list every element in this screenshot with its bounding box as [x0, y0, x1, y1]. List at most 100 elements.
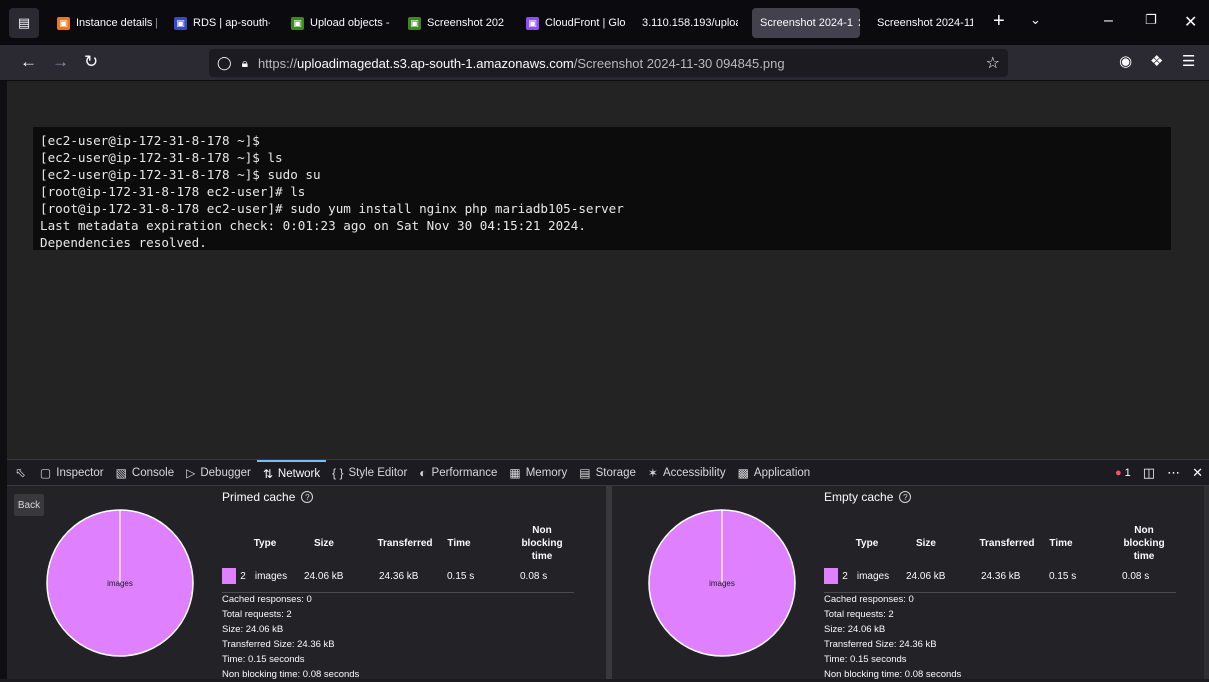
- tab-label: Performance: [431, 466, 498, 479]
- inspector-icon: ▢: [39, 465, 52, 480]
- tab-application[interactable]: ▩ Application: [732, 460, 817, 486]
- debugger-icon: ▷: [186, 465, 196, 480]
- help-icon[interactable]: ?: [899, 491, 912, 503]
- tab-label: Screenshot 2024: [427, 17, 504, 29]
- terminal-screenshot: [ec2-user@ip-172-31-8-178 ~]$ [ec2-user@i…: [33, 127, 1171, 250]
- tab-storage[interactable]: ▤ Storage: [573, 460, 642, 486]
- row-time: 0.15 s: [1049, 570, 1077, 582]
- help-icon[interactable]: ?: [301, 491, 314, 503]
- tab-label: Screenshot 2024-11-: [877, 17, 973, 29]
- type-color-swatch: [824, 568, 838, 584]
- tab-label: Application: [753, 466, 811, 479]
- restore-icon[interactable]: ❐: [1145, 12, 1157, 28]
- tab-instance-details[interactable]: ▣ Instance details |: [57, 8, 157, 38]
- tab-screenshot-s3[interactable]: ▣ Screenshot 2024: [408, 8, 504, 38]
- tab-label: Debugger: [200, 466, 251, 479]
- primed-cache-summary: Cached responses: 0 Total requests: 2 Si…: [222, 592, 359, 682]
- more-options-icon[interactable]: ⋯: [1167, 465, 1180, 481]
- tab-label: Instance details |: [76, 17, 157, 29]
- tab-label: Memory: [525, 466, 568, 479]
- tab-console[interactable]: ▧ Console: [110, 460, 181, 486]
- url-bar[interactable]: ◯ 🔒︎ https:// uploadimagedat.s3.ap-south…: [209, 49, 1008, 77]
- summary-nonblocking-time: Non blocking time: 0.08 seconds: [222, 669, 360, 680]
- back-arrow-icon[interactable]: ←: [20, 52, 37, 72]
- extensions-icon[interactable]: ❖: [1150, 52, 1163, 70]
- summary-cached-responses: Cached responses: 0: [824, 594, 914, 605]
- col-type: Type: [253, 537, 277, 549]
- vertical-scrollbar[interactable]: [1204, 486, 1209, 679]
- col-transferred: Transferred: [377, 537, 433, 549]
- account-icon[interactable]: ◉: [1119, 52, 1132, 70]
- summary-nonblocking-time: Non blocking time: 0.08 seconds: [824, 669, 962, 680]
- tab-rds[interactable]: ▣ RDS | ap-south-1: [174, 8, 270, 38]
- empty-cache-summary: Cached responses: 0 Total requests: 2 Si…: [824, 592, 961, 682]
- tab-label: Style Editor: [348, 466, 408, 479]
- terminal-line: [ec2-user@ip-172-31-8-178 ~]$: [40, 133, 260, 148]
- navigation-bar: ← → ↻ ◯ 🔒︎ https:// uploadimagedat.s3.ap…: [0, 45, 1209, 81]
- devtools-controls: ● 1 ◫ ⋯ ✕: [1115, 460, 1209, 486]
- forward-arrow-icon[interactable]: →: [52, 52, 69, 72]
- tab-overview-icon[interactable]: ▤: [9, 8, 39, 38]
- col-transferred: Transferred: [979, 537, 1035, 549]
- bookmark-star-icon[interactable]: ☆: [986, 53, 1000, 73]
- terminal-line: [root@ip-172-31-8-178 ec2-user]# sudo yu…: [40, 201, 624, 216]
- summary-transferred-size: Transferred Size: 24.36 kB: [222, 639, 335, 650]
- error-count: 1: [1124, 467, 1131, 479]
- terminal-line: [ec2-user@ip-172-31-8-178 ~]$ sudo su: [40, 167, 321, 182]
- url-scheme: https://: [257, 55, 297, 71]
- error-icon: ●: [1115, 467, 1122, 479]
- close-icon[interactable]: ✕: [857, 16, 860, 30]
- lock-icon[interactable]: 🔒︎: [242, 56, 248, 71]
- reload-icon[interactable]: ↻: [84, 52, 98, 72]
- row-type: images: [254, 570, 288, 582]
- summary-size: Size: 24.06 kB: [222, 624, 284, 635]
- row-transferred: 24.36 kB: [981, 570, 1021, 582]
- tab-accessibility[interactable]: ✶ Accessibility: [642, 460, 732, 486]
- summary-time: Time: 0.15 seconds: [222, 654, 305, 665]
- col-size: Size: [313, 537, 334, 549]
- gauge-icon: ◐: [419, 465, 427, 480]
- row-size: 24.06 kB: [304, 570, 344, 582]
- accessibility-icon: ✶: [647, 465, 658, 480]
- tab-label: Inspector: [56, 466, 104, 479]
- tab-cloudfront[interactable]: ▣ CloudFront | Glo: [526, 8, 626, 38]
- summary-total-requests: Total requests: 2: [824, 609, 894, 620]
- tab-screenshot-active[interactable]: Screenshot 2024-1 ✕: [752, 8, 860, 38]
- aws-s3-icon: ▣: [408, 16, 421, 30]
- back-button[interactable]: Back: [14, 494, 44, 516]
- terminal-line: [ec2-user@ip-172-31-8-178 ~]$ ls: [40, 150, 283, 165]
- tab-debugger[interactable]: ▷ Debugger: [180, 460, 257, 486]
- row-transferred: 24.36 kB: [379, 570, 419, 582]
- tab-inspector[interactable]: ▢ Inspector: [34, 460, 110, 486]
- col-time: Time: [1049, 537, 1073, 549]
- element-picker-icon[interactable]: ⬁: [7, 460, 34, 486]
- menu-hamburger-icon[interactable]: ☰: [1182, 52, 1195, 70]
- tab-upload-objects[interactable]: ▣ Upload objects -: [291, 8, 391, 38]
- tab-performance[interactable]: ◐ Performance: [413, 460, 503, 486]
- new-tab-plus-icon[interactable]: +: [993, 10, 1005, 33]
- close-devtools-icon[interactable]: ✕: [1192, 465, 1203, 481]
- url-host: uploadimagedat.s3.ap-south-1.amazonaws.c…: [296, 55, 574, 71]
- empty-cache-title: Empty cache ?: [824, 490, 912, 504]
- error-count-badge[interactable]: ● 1: [1115, 467, 1131, 479]
- summary-total-requests: Total requests: 2: [222, 609, 292, 620]
- tab-screenshot-2[interactable]: Screenshot 2024-11-: [877, 8, 973, 38]
- aws-rds-icon: ▣: [174, 16, 187, 30]
- tab-label: 3.110.158.193/uploac: [642, 17, 738, 29]
- pie-slice-label: images: [709, 579, 735, 588]
- chip-icon: ▦: [509, 465, 521, 480]
- dock-side-icon[interactable]: ◫: [1143, 465, 1155, 481]
- minimize-icon[interactable]: –: [1104, 12, 1113, 30]
- summary-size: Size: 24.06 kB: [824, 624, 886, 635]
- tracking-shield-icon[interactable]: ◯: [217, 55, 232, 71]
- row-nonblocking: 0.08 s: [1122, 570, 1150, 582]
- list-all-tabs-chevron-down-icon[interactable]: ⌄: [1030, 12, 1041, 28]
- tab-upload-ip[interactable]: 3.110.158.193/uploac: [642, 8, 738, 38]
- tab-network[interactable]: ⇅ Network: [256, 459, 327, 486]
- sidebar-strip: [0, 81, 7, 679]
- tab-style-editor[interactable]: { } Style Editor: [326, 460, 413, 486]
- devtools-toolbar: ⬁ ▢ Inspector ▧ Console ▷ Debugger ⇅ Network…: [7, 459, 1209, 486]
- window-close-icon[interactable]: ✕: [1184, 12, 1197, 32]
- tab-memory[interactable]: ▦ Memory: [503, 460, 573, 486]
- row-count: 2: [842, 570, 848, 582]
